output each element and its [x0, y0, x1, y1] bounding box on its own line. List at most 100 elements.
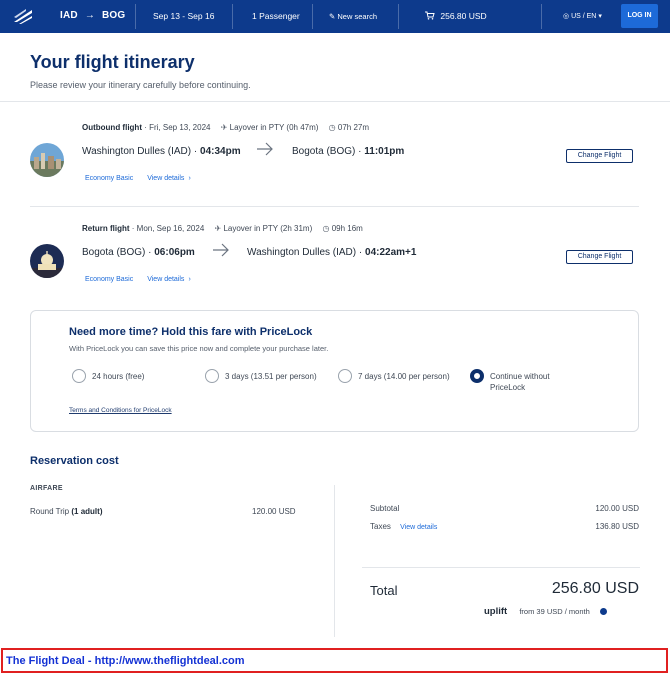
option-label: 3 days (13.51 per person) [225, 372, 317, 381]
flight-duration: 07h 27m [337, 123, 370, 132]
arrival: Bogota (BOG) · 11:01pm [292, 146, 404, 157]
new-search-label: New search [337, 12, 377, 21]
layover-text: Layover in PTY (2h 31m) [223, 224, 313, 233]
divider [135, 4, 136, 29]
return-heading: Return flight · Mon, Sep 16, 2024 ✈ Layo… [82, 224, 363, 233]
washington-photo [30, 143, 64, 177]
reservation-cost-title: Reservation cost [30, 455, 119, 467]
flight-deal-banner: The Flight Deal - http://www.theflightde… [1, 648, 668, 673]
total-value: 256.80 USD [551, 580, 639, 597]
divider [362, 567, 640, 568]
arrival-time: 11:01pm [364, 146, 405, 157]
plane-icon: ✈ [220, 123, 228, 132]
divider [0, 101, 670, 102]
fare-class-link[interactable]: Economy Basic [85, 175, 133, 182]
flight-links: Economy Basic View details › [85, 276, 215, 283]
return-flight-card: Return flight · Mon, Sep 16, 2024 ✈ Layo… [30, 224, 640, 314]
layover-text: Layover in PTY (0h 47m) [229, 123, 319, 132]
arrival: Washington Dulles (IAD) · 04:22am+1 [247, 247, 416, 258]
radio-button[interactable] [205, 369, 219, 383]
departure-time: 06:06pm [154, 247, 195, 258]
clock-icon: ◷ [328, 123, 336, 132]
taxes-label: Taxes [370, 522, 391, 531]
option-label: 7 days (14.00 per person) [358, 372, 450, 381]
fare-class-link[interactable]: Economy Basic [85, 276, 133, 283]
arrival-city: Washington Dulles (IAD) · [247, 247, 363, 258]
trip-price: 120.00 USD [252, 507, 296, 516]
clock-icon: ◷ [322, 224, 330, 233]
chevron-down-icon: ▾ [598, 13, 602, 20]
departure-city: Bogota (BOG) · [82, 247, 152, 258]
passenger-count: 1 Passenger [252, 11, 300, 21]
view-details-link[interactable]: View details › [147, 175, 203, 182]
outbound-flight-card: Outbound flight · Fri, Sep 13, 2024 ✈ La… [30, 123, 640, 213]
cart-summary[interactable]: 256.80 USD [425, 11, 487, 21]
plane-icon: ✈ [214, 224, 222, 233]
travel-dates: Sep 13 - Sep 16 [153, 11, 215, 21]
subtotal-label: Subtotal [370, 504, 400, 513]
departure-city: Washington Dulles (IAD) · [82, 146, 198, 157]
flight-links: Economy Basic View details › [85, 175, 215, 182]
change-flight-button[interactable]: Change Flight [566, 250, 633, 264]
divider [30, 206, 639, 207]
login-button[interactable]: LOG IN [621, 4, 658, 28]
change-flight-button[interactable]: Change Flight [566, 149, 633, 163]
taxes-row: Taxes View details [370, 522, 437, 531]
new-search-button[interactable]: ✎ New search [329, 12, 377, 21]
top-navigation-bar: IAD → BOG Sep 13 - Sep 16 1 Passenger ✎ … [0, 0, 670, 33]
divider [541, 4, 542, 29]
airline-logo[interactable] [12, 6, 34, 26]
option-label-line2: PriceLock [490, 383, 526, 392]
chevron-right-icon: › [188, 276, 191, 283]
uplift-financing: uplift from 39 USD / month [484, 606, 607, 617]
arrival-time: 04:22am+1 [365, 247, 417, 258]
trip-quantity: (1 adult) [71, 507, 103, 516]
round-trip-row: Round Trip (1 adult) [30, 507, 102, 516]
pricelock-terms-link[interactable]: Terms and Conditions for PriceLock [69, 407, 172, 414]
arrival-city: Bogota (BOG) · [292, 146, 362, 157]
capitol-photo [30, 244, 64, 278]
radio-button[interactable] [72, 369, 86, 383]
option-label: 24 hours (free) [92, 372, 145, 381]
page-title: Your flight itinerary [30, 52, 195, 72]
option-label-line1: Continue without [490, 372, 550, 381]
departure-time: 04:34pm [200, 146, 241, 157]
flight-direction-label: Return flight [82, 224, 130, 233]
radio-button-selected[interactable] [470, 369, 484, 383]
trip-label: Round Trip [30, 507, 70, 516]
departure: Washington Dulles (IAD) · 04:34pm [82, 146, 241, 157]
uplift-logo: uplift [484, 606, 508, 617]
chevron-right-icon: › [188, 175, 191, 182]
divider [232, 4, 233, 29]
outbound-heading: Outbound flight · Fri, Sep 13, 2024 ✈ La… [82, 123, 369, 132]
destination-code: BOG [102, 10, 126, 21]
flight-date: · Fri, Sep 13, 2024 [144, 123, 211, 132]
info-icon[interactable] [599, 608, 607, 615]
locale-label: US / EN [571, 13, 597, 20]
taxes-value: 136.80 USD [595, 522, 639, 531]
taxes-details-link[interactable]: View details [400, 524, 437, 531]
flight-date: · Mon, Sep 16, 2024 [131, 224, 205, 233]
banner-text[interactable]: The Flight Deal - http://www.theflightde… [6, 655, 245, 667]
divider [312, 4, 313, 29]
view-details-label: View details [147, 175, 185, 182]
route-summary: IAD → BOG [60, 10, 125, 21]
locale-selector[interactable]: ◎ US / EN ▾ [563, 12, 602, 20]
cart-icon [425, 11, 435, 20]
option-label: Continue without PriceLock [490, 371, 550, 393]
uplift-text: from 39 USD / month [519, 607, 590, 616]
total-label: Total [370, 583, 398, 598]
subtotal-value: 120.00 USD [595, 504, 639, 513]
pricelock-description: With PriceLock you can save this price n… [69, 344, 329, 353]
arrow-right-icon [257, 142, 273, 156]
arrow-right-icon: → [84, 10, 96, 21]
flight-direction-label: Outbound flight [82, 123, 142, 132]
origin-code: IAD [60, 10, 78, 21]
radio-button[interactable] [338, 369, 352, 383]
departure: Bogota (BOG) · 06:06pm [82, 247, 195, 258]
view-details-label: View details [147, 276, 185, 283]
arrow-right-icon [213, 243, 229, 257]
view-details-link[interactable]: View details › [147, 276, 203, 283]
pricelock-title: Need more time? Hold this fare with Pric… [69, 326, 313, 338]
pricelock-panel: Need more time? Hold this fare with Pric… [30, 310, 639, 432]
